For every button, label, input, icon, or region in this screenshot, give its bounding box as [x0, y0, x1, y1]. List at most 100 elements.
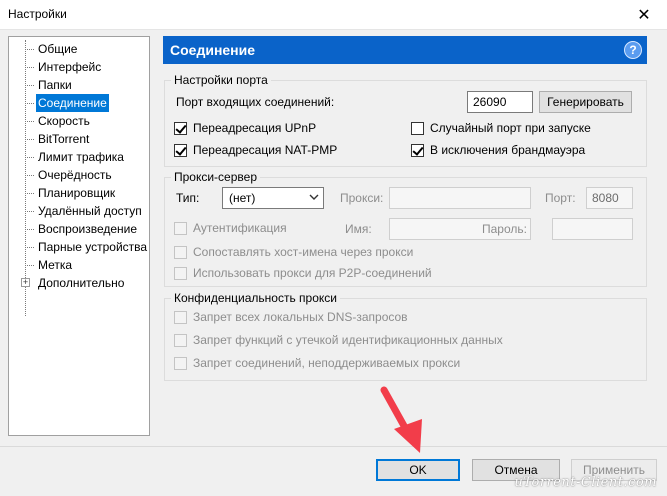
checkbox-label: Запрет функций с утечкой идентификационн… [193, 333, 503, 347]
tree-item-speed[interactable]: Скорость [9, 112, 149, 130]
watermark: uTorrent-Client.com [514, 475, 657, 490]
checkbox-box[interactable] [174, 310, 187, 324]
checkbox-label: Запрет всех локальных DNS-запросов [193, 310, 408, 324]
tree-item-label: Соединение [36, 94, 109, 112]
proxy-port-label: Порт: [545, 191, 576, 205]
disable-dns-checkbox[interactable]: Запрет всех локальных DNS-запросов [174, 310, 408, 324]
checkbox-box[interactable] [174, 356, 187, 370]
checkbox-label: Случайный порт при запуске [430, 121, 591, 135]
checkbox-label: В исключения брандмауэра [430, 143, 586, 157]
tree-connector [25, 157, 34, 158]
disable-unsupported-connections-checkbox[interactable]: Запрет соединений, неподдерживаемых прок… [174, 356, 460, 370]
upnp-checkbox[interactable]: Переадресация UPnP [174, 121, 316, 135]
tree-item-label: Дополнительно [38, 276, 125, 290]
select-value: (нет) [229, 191, 256, 205]
tree-item-label: Метка [38, 258, 73, 272]
random-port-checkbox[interactable]: Случайный порт при запуске [411, 121, 591, 135]
section-title: Соединение [170, 42, 256, 58]
proxy-port-input[interactable]: 8080 [586, 187, 633, 209]
section-header: Соединение ? [163, 36, 647, 64]
resolve-hostnames-checkbox[interactable]: Сопоставлять хост-имена через прокси [174, 245, 413, 259]
checkbox-label: Использовать прокси для P2P-соединений [193, 266, 432, 280]
dialog-body: Общие Интерфейс Папки Соединение Скорост… [0, 30, 667, 446]
help-icon[interactable]: ? [624, 41, 642, 59]
tree-item-label: Очерёдность [38, 168, 112, 182]
expand-icon[interactable]: + [21, 278, 30, 287]
tree-item-label: Интерфейс [38, 60, 102, 74]
proxy-host-input[interactable] [389, 187, 531, 209]
tree-item-label: Планировщик [38, 186, 116, 200]
tree-connector [25, 211, 34, 212]
tree-connector [25, 247, 34, 248]
settings-tree[interactable]: Общие Интерфейс Папки Соединение Скорост… [8, 36, 150, 436]
checkbox-box[interactable] [174, 143, 187, 157]
disable-leaking-features-checkbox[interactable]: Запрет функций с утечкой идентификационн… [174, 333, 503, 347]
close-button[interactable]: ✕ [621, 0, 667, 29]
tree-item-scheduler[interactable]: Планировщик [9, 184, 149, 202]
proxy-type-label: Тип: [176, 191, 200, 205]
proxy-type-select[interactable]: (нет) [222, 187, 324, 209]
tree-connector [25, 85, 34, 86]
title-bar: Настройки ✕ [0, 0, 667, 30]
checkbox-box[interactable] [174, 245, 187, 259]
auth-checkbox[interactable]: Аутентификация [174, 221, 287, 235]
tree-item-queueing[interactable]: Очерёдность [9, 166, 149, 184]
tree-item-connection[interactable]: Соединение [9, 94, 149, 112]
tree-item-label: Скорость [38, 114, 90, 128]
tree-item-interface[interactable]: Интерфейс [9, 58, 149, 76]
tree-item-label: Общие [38, 42, 78, 56]
tree-connector [25, 175, 34, 176]
tree-item-label: Воспроизведение [38, 222, 138, 236]
checkbox-box[interactable] [411, 143, 424, 157]
tree-item-bittorrent[interactable]: BitTorrent [9, 130, 149, 148]
tree-item-label: BitTorrent [38, 132, 90, 146]
tree-item-traffic-limit[interactable]: Лимит трафика [9, 148, 149, 166]
tree-item-label: Папки [38, 78, 72, 92]
ok-button[interactable]: OK [376, 459, 460, 481]
tree-item-label-settings[interactable]: Метка [9, 256, 149, 274]
tree-item-paired-devices[interactable]: Парные устройства [9, 238, 149, 256]
tree-connector [25, 265, 34, 266]
checkbox-box[interactable] [174, 266, 187, 280]
group-title: Настройки порта [171, 73, 271, 87]
chevron-down-icon [309, 194, 319, 200]
tree-connector [25, 121, 34, 122]
tree-connector [25, 139, 34, 140]
group-title: Прокси-сервер [171, 170, 260, 184]
incoming-port-label: Порт входящих соединений: [176, 95, 335, 109]
tree-connector [25, 103, 34, 104]
tree-connector [25, 193, 34, 194]
checkbox-label: Запрет соединений, неподдерживаемых прок… [193, 356, 461, 370]
checkbox-label: Аутентификация [193, 221, 287, 235]
tree-item-general[interactable]: Общие [9, 40, 149, 58]
window-title: Настройки [8, 7, 67, 21]
tree-item-label: Удалённый доступ [38, 204, 142, 218]
tree-connector [25, 49, 34, 50]
checkbox-box[interactable] [174, 221, 187, 235]
tree-item-playback[interactable]: Воспроизведение [9, 220, 149, 238]
checkbox-label: Переадресация NAT-PMP [193, 143, 338, 157]
checkbox-box[interactable] [174, 121, 187, 135]
tree-item-label: Лимит трафика [38, 150, 124, 164]
checkbox-label: Переадресация UPnP [193, 121, 317, 135]
proxy-p2p-checkbox[interactable]: Использовать прокси для P2P-соединений [174, 266, 432, 280]
checkbox-box[interactable] [411, 121, 424, 135]
proxy-host-label: Прокси: [340, 191, 384, 205]
tree-item-remote[interactable]: Удалённый доступ [9, 202, 149, 220]
incoming-port-input[interactable]: 26090 [467, 91, 533, 113]
natpmp-checkbox[interactable]: Переадресация NAT-PMP [174, 143, 337, 157]
checkbox-box[interactable] [174, 333, 187, 347]
tree-item-advanced[interactable]: + Дополнительно [9, 274, 149, 292]
group-title: Конфиденциальность прокси [171, 291, 340, 305]
proxy-password-label: Пароль: [482, 222, 527, 236]
tree-item-folders[interactable]: Папки [9, 76, 149, 94]
annotation-arrow-icon [380, 386, 422, 453]
proxy-username-label: Имя: [345, 222, 372, 236]
tree-connector [25, 67, 34, 68]
firewall-exception-checkbox[interactable]: В исключения брандмауэра [411, 143, 585, 157]
checkbox-label: Сопоставлять хост-имена через прокси [193, 245, 414, 259]
proxy-password-input[interactable] [552, 218, 633, 240]
tree-item-label: Парные устройства [38, 240, 148, 254]
generate-button[interactable]: Генерировать [539, 91, 632, 113]
tree-connector [25, 229, 34, 230]
